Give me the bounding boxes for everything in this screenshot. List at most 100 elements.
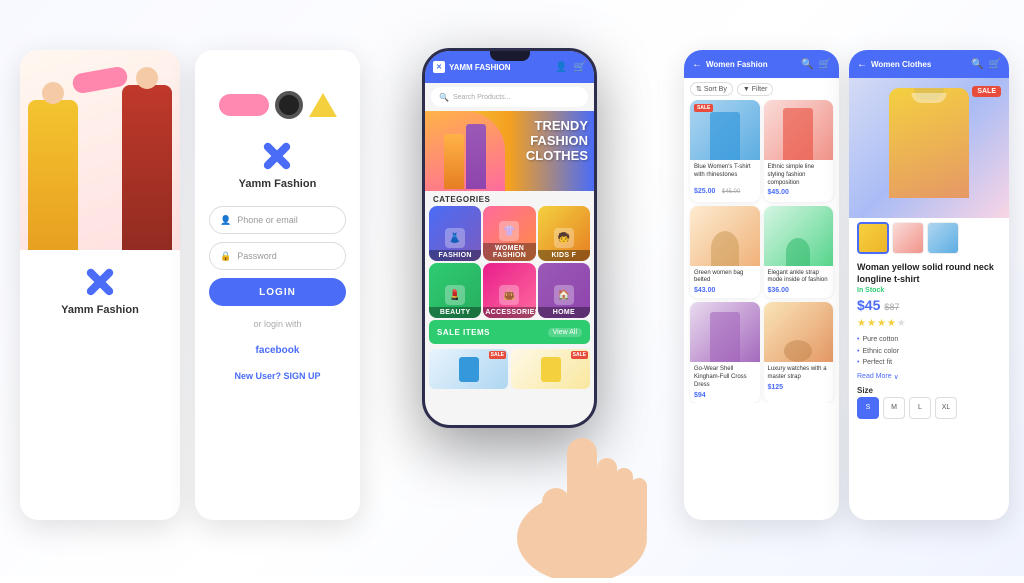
facebook-link[interactable]: facebook (256, 345, 300, 356)
password-placeholder: Password (237, 251, 277, 261)
facebook-login[interactable]: facebook (209, 340, 346, 358)
size-s-button[interactable]: S (857, 397, 879, 419)
back-icon[interactable]: ← (692, 59, 702, 70)
product-price-2: $45.00 (768, 189, 830, 196)
banner-fashion-image (425, 111, 505, 191)
product-image-3 (690, 206, 760, 266)
sort-icon: ⇅ (696, 85, 702, 93)
star-1: ★ (857, 318, 866, 329)
sale-badge-2: SALE (571, 351, 588, 359)
phone-banner: TRENDY FASHION CLOTHES (425, 111, 594, 191)
read-more-button[interactable]: Read More ∨ (849, 371, 1009, 383)
cart-icon[interactable]: 🛒 (574, 62, 586, 73)
detail-current-price: $45 (857, 297, 880, 313)
detail-main-image: SALE (849, 78, 1009, 218)
product-card-4[interactable]: Elegant ankle strap mode inside of fashi… (764, 206, 834, 299)
category-fashion-label: Fashion (429, 250, 481, 261)
sale-badge-1: SALE (489, 351, 506, 359)
product-info-5: Go-Wear Shell Kingham-Full Cross Dress $… (690, 362, 760, 402)
size-xl-button[interactable]: XL (935, 397, 957, 419)
search-icon[interactable]: 🔍 (801, 59, 813, 70)
splash-logo: Yamm Fashion (61, 264, 139, 316)
signup-section: New User? SIGN UP (209, 366, 346, 384)
size-m-button[interactable]: M (883, 397, 905, 419)
detail-back-icon[interactable]: ← (857, 59, 867, 70)
star-2: ★ (867, 318, 876, 329)
phone-screen: ✕ YAMM FASHION 👤 🛒 🔍 Search Products... (425, 51, 594, 425)
or-text: or login with (253, 319, 301, 329)
sale-item-1[interactable]: SALE (429, 349, 508, 389)
product-image-4 (764, 206, 834, 266)
thumbnail-2[interactable] (892, 222, 924, 254)
sign-up-link[interactable]: SIGN UP (284, 371, 321, 381)
cart-icon[interactable]: 🛒 (819, 59, 831, 70)
category-fashion[interactable]: 👗 Fashion (429, 206, 481, 261)
phone-app-name: YAMM FASHION (449, 63, 511, 72)
search-icon: 🔍 (439, 93, 449, 102)
detail-panel-header: ← Women Clothes 🔍 🛒 (849, 50, 1009, 78)
hand-silhouette (512, 378, 652, 578)
category-women-fashion[interactable]: 👚 WOMEN FASHION (483, 206, 535, 261)
product-info-2: Ethnic simple line styling fashion compo… (764, 160, 834, 200)
thumbnail-3[interactable] (927, 222, 959, 254)
password-input[interactable]: 🔒 Password (209, 242, 346, 270)
phone-container: ✕ YAMM FASHION 👤 🛒 🔍 Search Products... (402, 28, 622, 548)
phone-search-bar[interactable]: 🔍 Search Products... (431, 87, 588, 107)
phone-email-input[interactable]: 👤 Phone or email (209, 206, 346, 234)
women-fashion-panel: ← Women Fashion 🔍 🛒 ⇅ Sort By ▼ Filter (684, 50, 839, 520)
category-home[interactable]: 🏠 HOME (538, 263, 590, 318)
in-stock-badge: In Stock (849, 287, 1009, 294)
search-icon[interactable]: 🔍 (971, 59, 983, 70)
filter-button[interactable]: ▼ Filter (737, 83, 774, 96)
category-home-label: HOME (538, 307, 590, 318)
product-features: Pure cotton Ethnic color Perfect fit (849, 331, 1009, 371)
feature-1: Pure cotton (857, 334, 1001, 345)
cart-icon[interactable]: 🛒 (989, 59, 1001, 70)
thumbnail-1[interactable] (857, 222, 889, 254)
product-name-3: Green women bag belted (694, 270, 756, 286)
triangle-decoration (309, 93, 337, 117)
accessories-row (219, 70, 337, 140)
women-products-grid: SALE Blue Women's T-shirt with rhineston… (684, 100, 839, 403)
splash-brand-name: Yamm Fashion (61, 304, 139, 316)
user-icon[interactable]: 👤 (555, 62, 567, 73)
product-name-2: Ethnic simple line styling fashion compo… (768, 164, 830, 187)
product-card-1[interactable]: SALE Blue Women's T-shirt with rhineston… (690, 100, 760, 202)
login-panel: Yamm Fashion 👤 Phone or email 🔒 Password… (195, 50, 360, 520)
women-panel-back[interactable]: ← Women Fashion (692, 59, 768, 70)
view-all-button[interactable]: View All (548, 328, 582, 337)
login-button[interactable]: LOGIN (209, 278, 346, 306)
sort-button[interactable]: ⇅ Sort By (690, 82, 733, 96)
star-5: ★ (897, 318, 906, 329)
women-panel-title: Women Fashion (706, 60, 768, 69)
detail-back[interactable]: ← Women Clothes (857, 59, 931, 70)
women-panel-header-icons: 🔍 🛒 (801, 59, 831, 70)
product-price-6: $125 (768, 384, 830, 391)
product-card-6[interactable]: Luxury watches with a master strap $125 (764, 302, 834, 402)
size-l-button[interactable]: L (909, 397, 931, 419)
product-card-5[interactable]: Go-Wear Shell Kingham-Full Cross Dress $… (690, 302, 760, 402)
sort-filter-bar: ⇅ Sort By ▼ Filter (684, 78, 839, 100)
product-name-1: Blue Women's T-shirt with rhinestones (694, 164, 756, 180)
category-beauty[interactable]: 💄 BEAUTY (429, 263, 481, 318)
detail-old-price: $87 (884, 302, 899, 312)
filter-icon: ▼ (743, 86, 750, 93)
product-info-3: Green women bag belted $43.00 (690, 266, 760, 299)
login-brand-name: Yamm Fashion (239, 178, 317, 190)
search-placeholder: Search Products... (453, 94, 511, 101)
banner-line1: TRENDY (526, 119, 588, 134)
phone-x-icon: ✕ (433, 61, 445, 73)
kids-icon: 🧒 (554, 228, 574, 248)
filter-label: Filter (752, 86, 768, 93)
category-accessories[interactable]: 👜 ACCESSORIES (483, 263, 535, 318)
person-icon: 👤 (220, 215, 231, 226)
product-price-3: $43.00 (694, 287, 756, 294)
sale-label: SALE ITEMS (437, 328, 490, 337)
product-old-price-1: $45.00 (722, 189, 740, 195)
category-kids[interactable]: 🧒 KIDS F (538, 206, 590, 261)
product-info-1: Blue Women's T-shirt with rhinestones $2… (690, 160, 760, 202)
product-card-3[interactable]: Green women bag belted $43.00 (690, 206, 760, 299)
product-card-2[interactable]: Ethnic simple line styling fashion compo… (764, 100, 834, 202)
category-women-label: WOMEN FASHION (483, 243, 535, 261)
beauty-icon: 💄 (445, 285, 465, 305)
